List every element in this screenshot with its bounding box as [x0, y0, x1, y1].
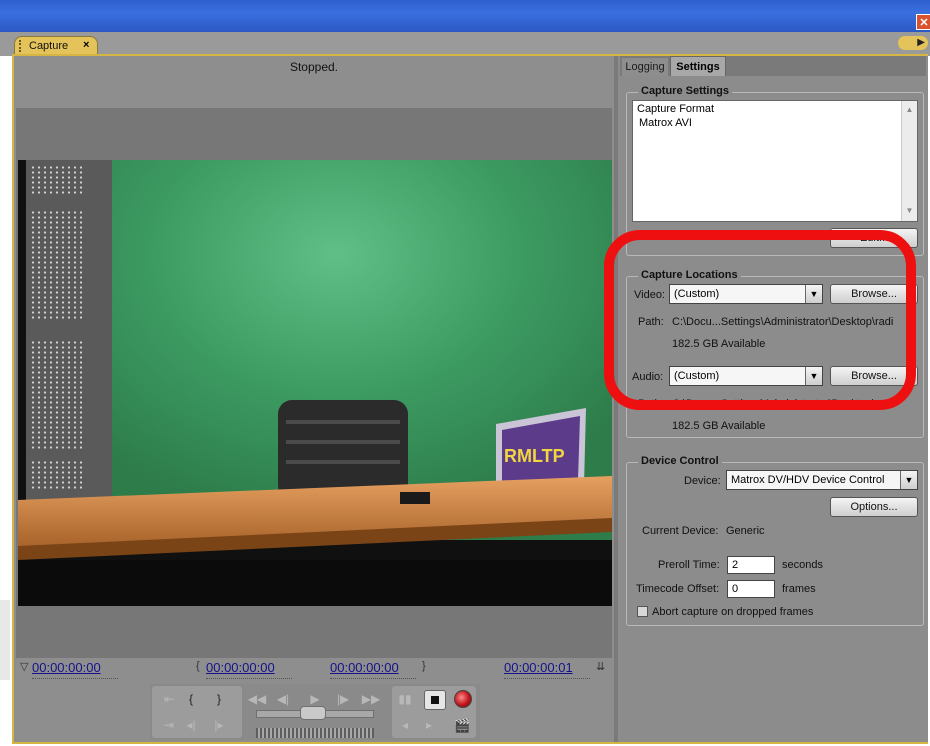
current-time-icon: ▽ — [20, 661, 29, 673]
capture-settings-title: Capture Settings — [638, 85, 733, 97]
current-device-label: Current Device: — [642, 525, 719, 537]
device-control-title: Device Control — [638, 455, 722, 467]
in-marker-button-icon[interactable]: { — [176, 688, 206, 710]
duration-scrub-line — [504, 678, 590, 680]
options-button[interactable]: Options... — [830, 497, 918, 517]
audio-location-select[interactable]: (Custom) ▼ — [669, 366, 823, 386]
panel-menu-button[interactable]: ▶ — [898, 36, 928, 50]
chevron-down-icon: ▼ — [805, 285, 822, 303]
audio-path-value: C:\Docu...Settings\Administrator\Desktop… — [672, 398, 894, 410]
left-edge-strip — [0, 600, 10, 680]
shuttle-control[interactable] — [256, 728, 374, 738]
chevron-down-icon: ▼ — [805, 367, 822, 385]
stop-icon — [431, 696, 439, 704]
chevron-down-icon: ▼ — [900, 471, 917, 489]
studio-frame-image: RMLTP — [18, 160, 612, 606]
record-button[interactable] — [454, 690, 472, 708]
audio-path-label: Path: — [638, 398, 664, 410]
video-location-value: (Custom) — [674, 288, 720, 300]
slow-play-icon[interactable]: ▸ — [414, 714, 444, 736]
goto-out-icon[interactable]: |▸ — [204, 714, 234, 736]
preroll-unit: seconds — [782, 559, 823, 571]
audio-location-label: Audio: — [632, 371, 664, 383]
scene-detect-icon[interactable]: 🎬 — [454, 718, 470, 734]
out-point-scrub-line — [330, 678, 416, 680]
current-timecode[interactable]: 00:00:00:00 — [32, 660, 101, 675]
tab-capture[interactable]: Capture × — [14, 36, 98, 56]
current-device-value: Generic — [726, 525, 765, 537]
out-marker-button-icon[interactable]: } — [204, 688, 234, 710]
capture-locations-title: Capture Locations — [638, 269, 741, 281]
video-preview: RMLTP — [18, 160, 612, 606]
browse-video-button[interactable]: Browse... — [830, 284, 918, 304]
fast-forward-icon[interactable]: ▶▶ — [356, 688, 386, 710]
video-location-label: Video: — [634, 289, 665, 301]
step-back-icon[interactable]: ◀| — [268, 688, 298, 710]
video-available-space: 182.5 GB Available — [672, 338, 766, 350]
preroll-label: Preroll Time: — [658, 559, 720, 571]
window-close-icon[interactable]: ✕ — [916, 14, 930, 30]
jog-handle[interactable] — [300, 706, 326, 720]
audio-location-value: (Custom) — [674, 370, 720, 382]
abort-capture-label: Abort capture on dropped frames — [652, 606, 814, 618]
scroll-up-icon[interactable]: ▲ — [904, 104, 915, 115]
device-select[interactable]: Matrox DV/HDV Device Control ▼ — [726, 470, 918, 490]
tab-grip-icon[interactable] — [19, 40, 25, 52]
in-point-timecode[interactable]: 00:00:00:00 — [206, 660, 275, 675]
in-point-icon: { — [196, 660, 200, 672]
video-path-label: Path: — [638, 316, 664, 328]
audio-available-space: 182.5 GB Available — [672, 420, 766, 432]
duration-timecode[interactable]: 00:00:00:01 — [504, 660, 573, 675]
tab-close-icon[interactable]: × — [83, 39, 89, 51]
stop-button[interactable] — [424, 690, 446, 710]
timecode-offset-unit: frames — [782, 583, 816, 595]
panel-tab-strip — [0, 32, 930, 56]
tab-logging[interactable]: Logging — [622, 58, 668, 76]
pause-icon[interactable]: ▮▮ — [390, 688, 420, 710]
video-location-select[interactable]: (Custom) ▼ — [669, 284, 823, 304]
scroll-down-icon[interactable]: ▼ — [904, 205, 915, 216]
device-label: Device: — [684, 475, 721, 487]
capture-format-label: Capture Format — [637, 103, 715, 115]
device-value: Matrox DV/HDV Device Control — [731, 474, 885, 486]
window-title-bar — [0, 0, 930, 32]
out-point-timecode[interactable]: 00:00:00:00 — [330, 660, 399, 675]
panel-menu-icon: ▶ — [917, 37, 925, 48]
out-point-icon: } — [422, 660, 426, 672]
duration-icon: ⇊ — [596, 661, 606, 673]
tab-settings[interactable]: Settings — [670, 56, 726, 76]
capture-format-scrollbar[interactable]: ▲ ▼ — [901, 101, 917, 221]
abort-capture-checkbox[interactable] — [637, 606, 648, 617]
in-point-scrub-line — [206, 678, 292, 680]
video-logo-text: RMLTP — [504, 446, 565, 466]
timecode-offset-label: Timecode Offset: — [636, 583, 720, 595]
tab-capture-label: Capture — [29, 40, 69, 52]
edit-button[interactable]: Edit... — [830, 228, 918, 248]
video-path-value: C:\Docu...Settings\Administrator\Desktop… — [672, 316, 894, 328]
goto-in-icon[interactable]: ◂| — [176, 714, 206, 736]
capture-format-value: Matrox AVI — [639, 117, 692, 129]
timecode-scrub-line — [32, 678, 118, 680]
preroll-input[interactable]: 2 — [727, 556, 775, 574]
capture-format-box: Capture Format Matrox AVI — [632, 100, 918, 222]
browse-audio-button[interactable]: Browse... — [830, 366, 918, 386]
timecode-offset-input[interactable]: 0 — [727, 580, 775, 598]
step-forward-icon[interactable]: |▶ — [328, 688, 358, 710]
capture-status: Stopped. — [289, 60, 339, 74]
